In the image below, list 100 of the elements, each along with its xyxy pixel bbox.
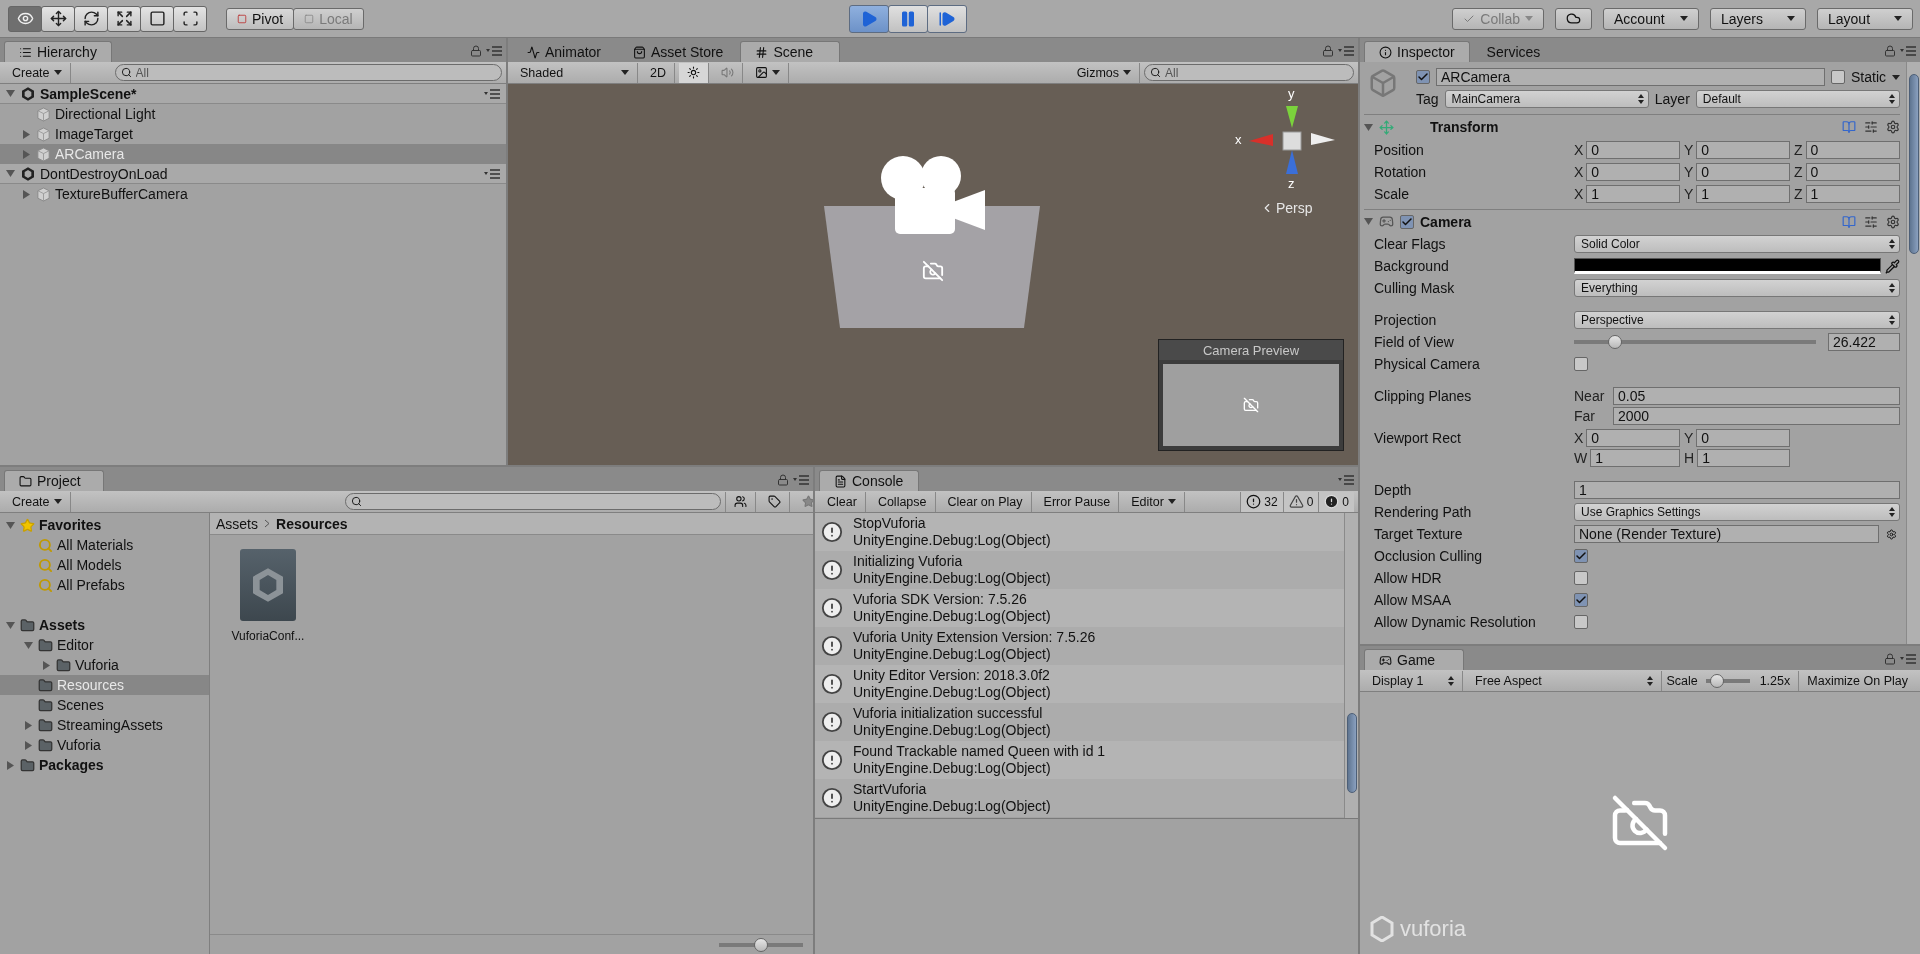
checkbox[interactable] <box>1574 549 1588 563</box>
lock-icon[interactable] <box>1884 653 1896 665</box>
checkbox[interactable] <box>1416 70 1430 84</box>
property-dropdown[interactable]: Everything <box>1574 279 1900 297</box>
color-swatch[interactable] <box>1574 258 1881 274</box>
account-dropdown[interactable]: Account <box>1603 7 1699 30</box>
collapsed-triangle-icon[interactable] <box>5 760 15 770</box>
number-field[interactable]: 26.422 <box>1828 333 1900 351</box>
checkbox[interactable] <box>1400 214 1414 229</box>
editor-dropdown[interactable]: Editor <box>1123 491 1185 512</box>
console-button[interactable]: Collapse <box>869 491 936 512</box>
tag-dropdown[interactable]: MainCamera <box>1444 90 1649 108</box>
transform-tool-button[interactable] <box>173 5 207 32</box>
slider-thumb[interactable] <box>1608 335 1623 349</box>
console-button[interactable]: Error Pause <box>1035 491 1120 512</box>
project-tree-item[interactable]: Packages <box>0 755 209 775</box>
number-field[interactable]: 0 <box>1586 163 1680 181</box>
step-button[interactable] <box>926 4 967 33</box>
asset-thumbnail[interactable] <box>240 549 296 621</box>
lock-icon[interactable] <box>1322 45 1334 57</box>
project-tab[interactable]: Project <box>4 470 104 491</box>
pause-button[interactable] <box>887 4 928 33</box>
breadcrumb-item[interactable]: Assets <box>216 515 258 532</box>
create-dropdown[interactable]: Create <box>4 62 71 83</box>
layers-dropdown[interactable]: Layers <box>1710 7 1806 30</box>
collapsed-triangle-icon[interactable] <box>23 740 33 750</box>
number-field[interactable]: 2000 <box>1613 407 1900 425</box>
name-field[interactable]: ARCamera <box>1436 68 1825 86</box>
console-button[interactable]: Clear <box>819 491 866 512</box>
log-entry[interactable]: Vuforia SDK Version: 7.5.26 UnityEngine.Debug:Log(Object) <box>815 589 1344 627</box>
2d-toggle[interactable]: 2D <box>642 62 675 83</box>
expanded-triangle-icon[interactable] <box>5 169 15 178</box>
hierarchy-item[interactable]: ImageTarget <box>0 124 506 144</box>
property-dropdown[interactable]: Solid Color <box>1574 235 1900 253</box>
lock-icon[interactable] <box>1884 45 1896 57</box>
project-tree-item[interactable]: Vuforia <box>0 735 209 755</box>
cloud-button[interactable] <box>1555 7 1592 30</box>
collapsed-triangle-icon[interactable] <box>21 149 31 159</box>
lock-icon[interactable] <box>470 45 482 57</box>
rect-tool-tool-button[interactable] <box>140 5 174 32</box>
panel-tab[interactable]: Scene <box>740 41 841 62</box>
help-icon[interactable] <box>1842 120 1856 134</box>
menu-icon[interactable] <box>486 46 502 56</box>
aspect-dropdown[interactable]: Free Aspect <box>1467 670 1663 691</box>
collapsed-triangle-icon[interactable] <box>21 189 31 199</box>
menu-icon[interactable] <box>1338 46 1354 56</box>
project-tree-item[interactable]: All Prefabs <box>0 575 209 595</box>
filter-type-button[interactable] <box>724 491 756 512</box>
lighting-toggle[interactable] <box>679 62 709 83</box>
preset-icon[interactable] <box>1864 120 1878 134</box>
expanded-triangle-icon[interactable] <box>23 640 33 650</box>
lock-icon[interactable] <box>777 474 789 486</box>
hierarchy-item[interactable]: TextureBufferCamera <box>0 184 506 204</box>
panel-tab[interactable]: Animator <box>512 41 617 62</box>
property-dropdown[interactable]: Use Graphics Settings <box>1574 503 1900 521</box>
collapsed-triangle-icon[interactable] <box>41 660 51 670</box>
scene-row[interactable]: DontDestroyOnLoad <box>0 164 506 184</box>
number-field[interactable]: 0 <box>1805 141 1900 159</box>
game-tab[interactable]: Game <box>1364 649 1464 670</box>
panel-tab[interactable]: Services <box>1471 41 1556 62</box>
menu-icon[interactable] <box>484 168 500 179</box>
checkbox[interactable] <box>1574 615 1588 629</box>
number-field[interactable]: 0.05 <box>1613 387 1900 405</box>
layout-dropdown[interactable]: Layout <box>1817 7 1913 30</box>
slider-thumb[interactable] <box>1710 673 1725 688</box>
checkbox[interactable] <box>1574 357 1588 371</box>
breadcrumb-item[interactable]: Resources <box>276 515 348 532</box>
menu-icon[interactable] <box>484 88 500 99</box>
property-dropdown[interactable]: Perspective <box>1574 311 1900 329</box>
console-tab[interactable]: Console <box>819 470 919 491</box>
log-entry[interactable]: Vuforia initialization successful UnityEngine.Debug:Log(Object) <box>815 703 1344 741</box>
scrollbar-thumb[interactable] <box>1346 713 1357 793</box>
slider-thumb[interactable] <box>754 937 768 952</box>
number-field[interactable]: 1 <box>1805 185 1900 203</box>
scale-tool-button[interactable] <box>107 5 141 32</box>
number-field[interactable]: 0 <box>1805 163 1900 181</box>
checkbox[interactable] <box>1831 70 1845 84</box>
expanded-triangle-icon[interactable] <box>5 520 15 530</box>
help-icon[interactable] <box>1842 214 1856 229</box>
collapsed-triangle-icon[interactable] <box>21 129 31 139</box>
search-field[interactable] <box>344 493 721 510</box>
number-field[interactable]: 0 <box>1696 141 1790 159</box>
settings-icon[interactable] <box>1886 120 1900 134</box>
expanded-triangle-icon[interactable] <box>5 89 15 98</box>
picker-icon[interactable] <box>1886 528 1897 540</box>
expanded-triangle-icon[interactable] <box>5 620 15 630</box>
number-field[interactable]: 0 <box>1696 163 1790 181</box>
preset-icon[interactable] <box>1864 214 1878 229</box>
layer-dropdown[interactable]: Default <box>1695 90 1900 108</box>
shading-dropdown[interactable]: Shaded <box>512 62 638 83</box>
play-button[interactable] <box>848 4 889 33</box>
menu-icon[interactable] <box>1900 46 1916 56</box>
collapsed-triangle-icon[interactable] <box>23 720 33 730</box>
panel-tab[interactable]: Asset Store <box>618 41 739 62</box>
pivot-toggle[interactable]: Pivot <box>226 7 295 30</box>
number-field[interactable]: 0 <box>1586 429 1680 447</box>
log-entry[interactable]: Initializing Vuforia UnityEngine.Debug:Log(Object) <box>815 551 1344 589</box>
number-field[interactable]: 1 <box>1574 481 1900 499</box>
log-entry[interactable]: Found Trackable named Queen with id 1 UnityEngine.Debug:Log(Object) <box>815 741 1344 779</box>
log-entry[interactable]: Vuforia Unity Extension Version: 7.5.26 UnityEngine.Debug:Log(Object) <box>815 627 1344 665</box>
